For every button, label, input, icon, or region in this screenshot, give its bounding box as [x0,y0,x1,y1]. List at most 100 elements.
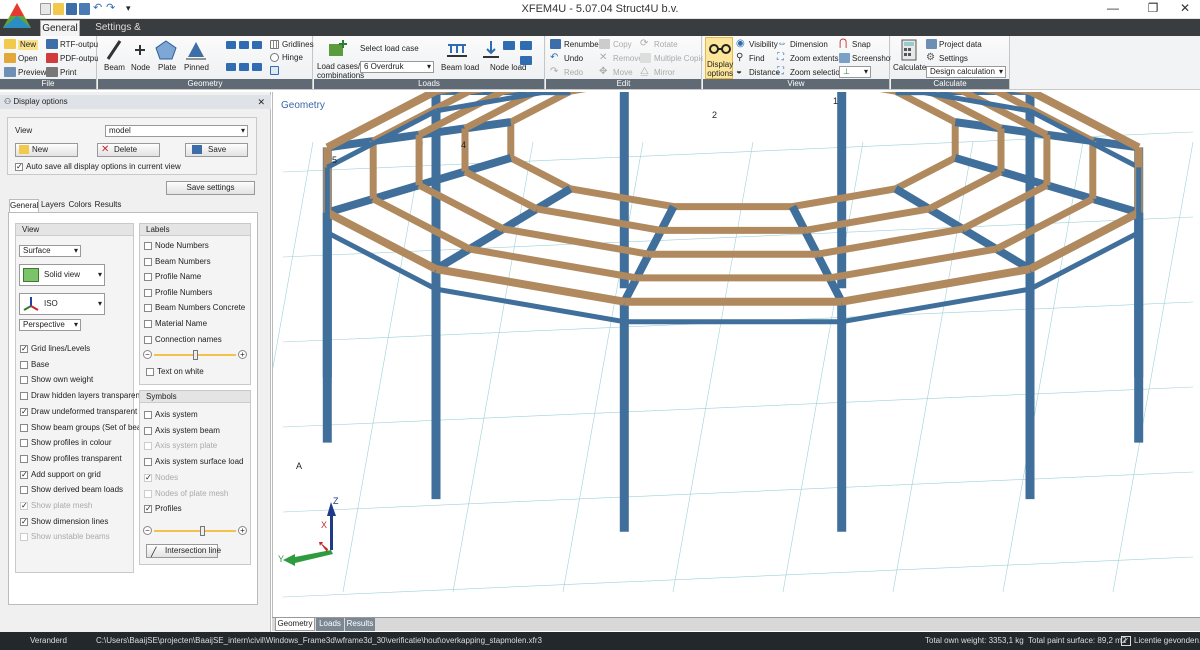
pdf-output-button[interactable]: PDF-output [60,54,101,64]
layer-icon[interactable] [270,66,279,75]
label-size-slider[interactable]: − + [143,350,247,360]
move-button[interactable]: Move [613,68,633,78]
tab-geometry[interactable]: Geometry [275,618,315,631]
pinned-button[interactable]: Pinned [184,63,209,73]
close-button[interactable]: ✕ [1168,0,1200,18]
increase-icon[interactable]: + [238,526,247,535]
option-checkbox[interactable]: ✓ [20,470,28,479]
option-checkbox[interactable] [20,360,28,369]
option-checkbox[interactable]: ✓ [144,505,152,514]
hinge-button[interactable]: Hinge [282,53,303,63]
grid-line[interactable] [562,141,644,593]
spring-support-icon[interactable] [226,41,236,49]
remove-button[interactable]: Remove [613,54,643,64]
fixed-support-icon[interactable] [226,63,236,71]
open-button[interactable]: Open [18,54,38,64]
save-settings-button[interactable]: Save settings [166,181,255,195]
panel-close-button[interactable]: ✕ [257,95,265,109]
option-checkbox[interactable] [20,376,28,385]
autosave-checkbox[interactable]: ✓ [15,163,23,171]
option-checkbox[interactable] [20,439,28,448]
display-options-button[interactable]: Display options [705,37,733,79]
grid-line[interactable] [342,141,424,593]
timber-purlin[interactable] [469,245,638,282]
minimize-button[interactable]: — [1096,0,1130,18]
option-checkbox[interactable] [144,411,152,419]
app-logo-icon[interactable] [0,0,34,34]
visibility-button[interactable]: Visibility [749,40,778,50]
tab-settings-manual[interactable]: Settings & Manual [86,20,150,48]
option-checkbox[interactable] [144,458,152,467]
temperature-load-icon[interactable] [520,56,532,65]
zoom-extents-button[interactable]: Zoom extents [790,54,838,64]
timber-ring-beam[interactable] [893,154,957,192]
delete-view-button[interactable]: ✕ Delete [97,143,160,157]
decrease-icon[interactable]: − [143,526,152,535]
tab-general[interactable]: General [40,20,80,36]
gridlines-button[interactable]: Gridlines [282,40,314,50]
perspective-dropdown[interactable]: Perspective [19,319,81,331]
new-view-button[interactable]: New [15,143,78,157]
save-icon[interactable] [66,3,77,15]
quick-access-dropdown[interactable]: ▾ [126,3,137,15]
new-button[interactable]: New [18,40,39,50]
iso-dropdown[interactable]: ISO [19,293,105,315]
new-file-icon[interactable] [40,3,51,15]
renumber-button[interactable]: Renumber [564,40,601,50]
grid-line[interactable] [282,556,1194,598]
rtf-output-button[interactable]: RTF-output [60,40,100,50]
geometry-viewport[interactable]: Geometry 1 2 4 5 A Z X Y [272,92,1200,617]
panel-tab-general[interactable]: General [9,199,39,212]
screenshot-button[interactable]: Screenshot [852,54,892,64]
increase-icon[interactable]: + [238,350,247,359]
decrease-icon[interactable]: − [143,350,152,359]
timber-purlin[interactable] [463,168,539,213]
mirror-button[interactable]: Mirror [654,68,675,78]
option-checkbox[interactable] [144,335,152,344]
zoom-selection-button[interactable]: Zoom selection [790,68,844,78]
option-checkbox[interactable] [144,320,152,328]
timber-purlin[interactable] [828,245,997,282]
surface-dropdown[interactable]: Surface [19,245,81,257]
option-checkbox[interactable] [144,426,152,435]
panel-tab-layers[interactable]: Layers [40,199,66,212]
project-data-button[interactable]: Project data [939,40,982,50]
structure-3d-view[interactable] [273,92,1199,617]
roller-support-icon[interactable] [239,63,249,71]
option-checkbox[interactable] [144,257,152,266]
save-view-button[interactable]: Save [185,143,248,157]
dimension-button[interactable]: Dimension [790,40,828,50]
undo-icon[interactable]: ↶ [93,3,104,15]
slider-thumb[interactable] [192,350,198,360]
copy-button[interactable]: Copy [613,40,632,50]
redo-icon[interactable]: ↷ [106,3,117,15]
save-as-icon[interactable] [79,3,90,15]
load-cases-button[interactable]: Load cases/ combinations [317,62,364,80]
multiple-copies-button[interactable]: Multiple Copies [654,54,709,64]
option-checkbox[interactable]: ✓ [20,345,28,353]
text-on-white-checkbox[interactable] [146,368,154,376]
option-checkbox[interactable] [144,288,152,297]
slide-support-icon[interactable] [252,41,262,49]
preview-button[interactable]: Preview [18,68,46,78]
axis-view-dropdown[interactable]: ⊥ [839,66,871,78]
option-checkbox[interactable] [20,392,28,401]
timber-purlin[interactable] [804,205,930,234]
intersection-line-button[interactable]: ╱ Intersection line [146,544,221,558]
beam-button[interactable]: Beam [104,63,125,73]
timber-purlin[interactable] [536,205,662,234]
surface-load-icon[interactable] [520,41,532,50]
redo-button[interactable]: Redo [564,68,583,78]
option-checkbox[interactable]: ✓ [20,407,28,416]
symbol-size-slider[interactable]: − + [143,526,247,536]
grid-line[interactable] [282,386,1194,428]
timber-purlin[interactable] [927,168,1003,213]
undo-button[interactable]: Undo [564,54,583,64]
rotate-button[interactable]: Rotate [654,40,678,50]
clamp-support-icon[interactable] [252,63,262,71]
distance-button[interactable]: Distance [749,68,780,78]
calculate-button[interactable]: Calculate [893,63,926,73]
option-checkbox[interactable] [20,423,28,432]
solid-view-dropdown[interactable]: Solid view [19,264,105,286]
rotation-spring-icon[interactable] [239,41,249,49]
